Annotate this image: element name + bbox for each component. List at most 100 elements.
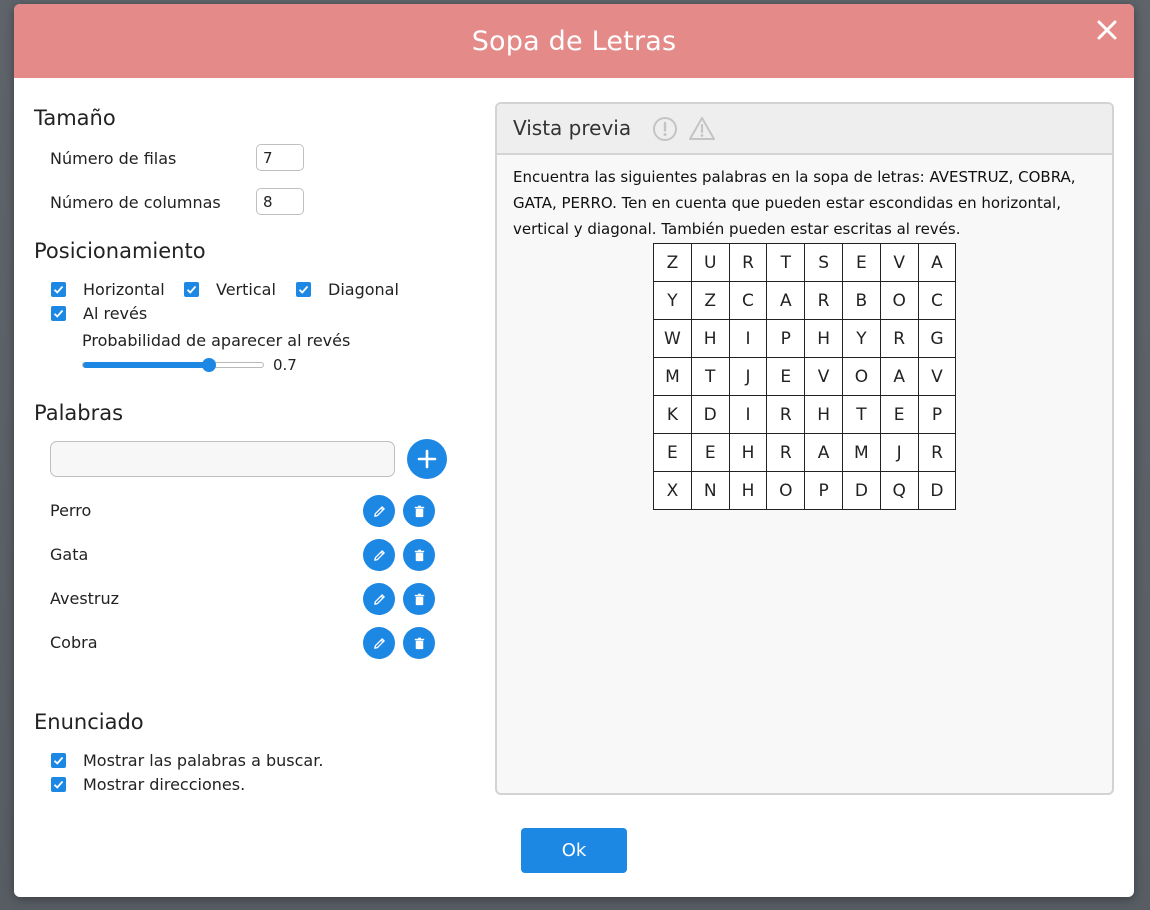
grid-cell: H — [728, 433, 768, 472]
grid-cell: E — [841, 243, 881, 282]
new-word-input[interactable] — [50, 441, 395, 477]
reverse-checkbox[interactable] — [51, 305, 66, 321]
word-row: Avestruz — [50, 583, 440, 615]
ok-button[interactable]: Ok — [521, 828, 627, 873]
letter-grid: ZURTSEVAYZCARBOCWHIPHYRGMTJEVOAVKDIRHTEP… — [653, 243, 957, 510]
delete-word-button[interactable] — [403, 495, 435, 527]
checkmark-icon — [53, 285, 64, 294]
grid-row: WHIPHYRG — [653, 319, 957, 358]
grid-cell: O — [879, 281, 919, 320]
show-words-label: Mostrar las palabras a buscar. — [83, 750, 324, 770]
grid-cell: M — [653, 357, 692, 396]
add-word-button[interactable] — [407, 439, 447, 479]
grid-cell: Q — [879, 471, 919, 510]
diagonal-checkbox[interactable] — [296, 281, 311, 297]
trash-icon — [414, 549, 424, 561]
grid-row: EEHRAMJR — [653, 433, 957, 472]
grid-cell: U — [690, 243, 730, 282]
warning-triangle-icon[interactable] — [688, 115, 716, 143]
vertical-option[interactable]: Vertical — [184, 279, 276, 299]
word-label: Perro — [50, 501, 92, 520]
edit-word-button[interactable] — [363, 539, 395, 571]
edit-word-button[interactable] — [363, 583, 395, 615]
show-words-checkbox[interactable] — [51, 752, 66, 768]
preview-panel: Vista previa Encuentra las siguientes pa… — [495, 102, 1114, 795]
grid-cell: T — [766, 243, 806, 282]
grid-cell: N — [690, 471, 730, 510]
info-circle-icon[interactable] — [651, 115, 679, 143]
positioning-section-title: Posicionamiento — [34, 239, 206, 263]
horizontal-checkbox[interactable] — [51, 281, 66, 297]
preview-instructions: Encuentra las siguientes palabras en la … — [513, 168, 1076, 238]
grid-cell: D — [917, 471, 957, 510]
checkmark-icon — [53, 756, 64, 765]
grid-cell: A — [766, 281, 806, 320]
word-label: Cobra — [50, 633, 98, 652]
grid-cell: R — [917, 433, 957, 472]
horizontal-label: Horizontal — [83, 279, 165, 299]
word-label: Gata — [50, 545, 89, 564]
grid-cell: C — [728, 281, 768, 320]
columns-label: Número de columnas — [50, 193, 221, 212]
word-row: Perro — [50, 495, 440, 527]
vertical-label: Vertical — [216, 279, 276, 299]
grid-cell: X — [653, 471, 692, 510]
horizontal-option[interactable]: Horizontal — [51, 279, 165, 299]
reverse-probability-value: 0.7 — [273, 356, 297, 374]
grid-cell: E — [690, 433, 730, 472]
reverse-probability-slider[interactable] — [82, 358, 264, 372]
grid-cell: V — [879, 243, 919, 282]
grid-cell: R — [879, 319, 919, 358]
close-button[interactable] — [1094, 17, 1120, 43]
grid-cell: B — [841, 281, 881, 320]
reverse-option[interactable]: Al revés — [51, 303, 147, 323]
grid-cell: I — [728, 319, 768, 358]
grid-cell: H — [728, 471, 768, 510]
delete-word-button[interactable] — [403, 539, 435, 571]
word-row: Cobra — [50, 627, 440, 659]
slider-thumb[interactable] — [202, 358, 216, 372]
dialog-title: Sopa de Letras — [471, 25, 677, 57]
grid-cell: Y — [653, 281, 692, 320]
grid-cell: A — [804, 433, 843, 472]
grid-row: MTJEVOAV — [653, 357, 957, 396]
edit-word-button[interactable] — [363, 627, 395, 659]
checkmark-icon — [298, 285, 309, 294]
columns-input[interactable] — [256, 188, 304, 215]
diagonal-option[interactable]: Diagonal — [296, 279, 399, 299]
show-words-option[interactable]: Mostrar las palabras a buscar. — [51, 750, 323, 770]
grid-cell: J — [728, 357, 768, 396]
grid-cell: W — [653, 319, 692, 358]
preview-header: Vista previa — [497, 104, 1112, 155]
statement-section-title: Enunciado — [34, 710, 144, 734]
grid-cell: S — [804, 243, 843, 282]
dialog-header: Sopa de Letras — [14, 4, 1134, 78]
vertical-checkbox[interactable] — [184, 281, 199, 297]
grid-cell: R — [766, 433, 806, 472]
reverse-label: Al revés — [83, 303, 148, 323]
pencil-icon — [373, 549, 385, 561]
words-section-title: Palabras — [34, 401, 124, 425]
grid-cell: H — [804, 319, 843, 358]
pencil-icon — [373, 505, 385, 517]
checkmark-icon — [186, 285, 197, 294]
rows-input[interactable] — [256, 144, 304, 171]
trash-icon — [414, 505, 424, 517]
grid-cell: Z — [690, 281, 730, 320]
plus-icon — [417, 449, 437, 469]
grid-cell: R — [804, 281, 843, 320]
edit-word-button[interactable] — [363, 495, 395, 527]
grid-row: ZURTSEVA — [653, 243, 957, 282]
grid-row: XNHOPDQD — [653, 471, 957, 510]
show-directions-checkbox[interactable] — [51, 776, 66, 792]
grid-cell: G — [917, 319, 957, 358]
size-section-title: Tamaño — [34, 106, 116, 130]
delete-word-button[interactable] — [403, 583, 435, 615]
grid-cell: D — [690, 395, 730, 434]
delete-word-button[interactable] — [403, 627, 435, 659]
word-row: Gata — [50, 539, 440, 571]
grid-cell: T — [690, 357, 730, 396]
grid-cell: P — [804, 471, 843, 510]
grid-cell: T — [841, 395, 881, 434]
show-directions-option[interactable]: Mostrar direcciones. — [51, 774, 245, 794]
